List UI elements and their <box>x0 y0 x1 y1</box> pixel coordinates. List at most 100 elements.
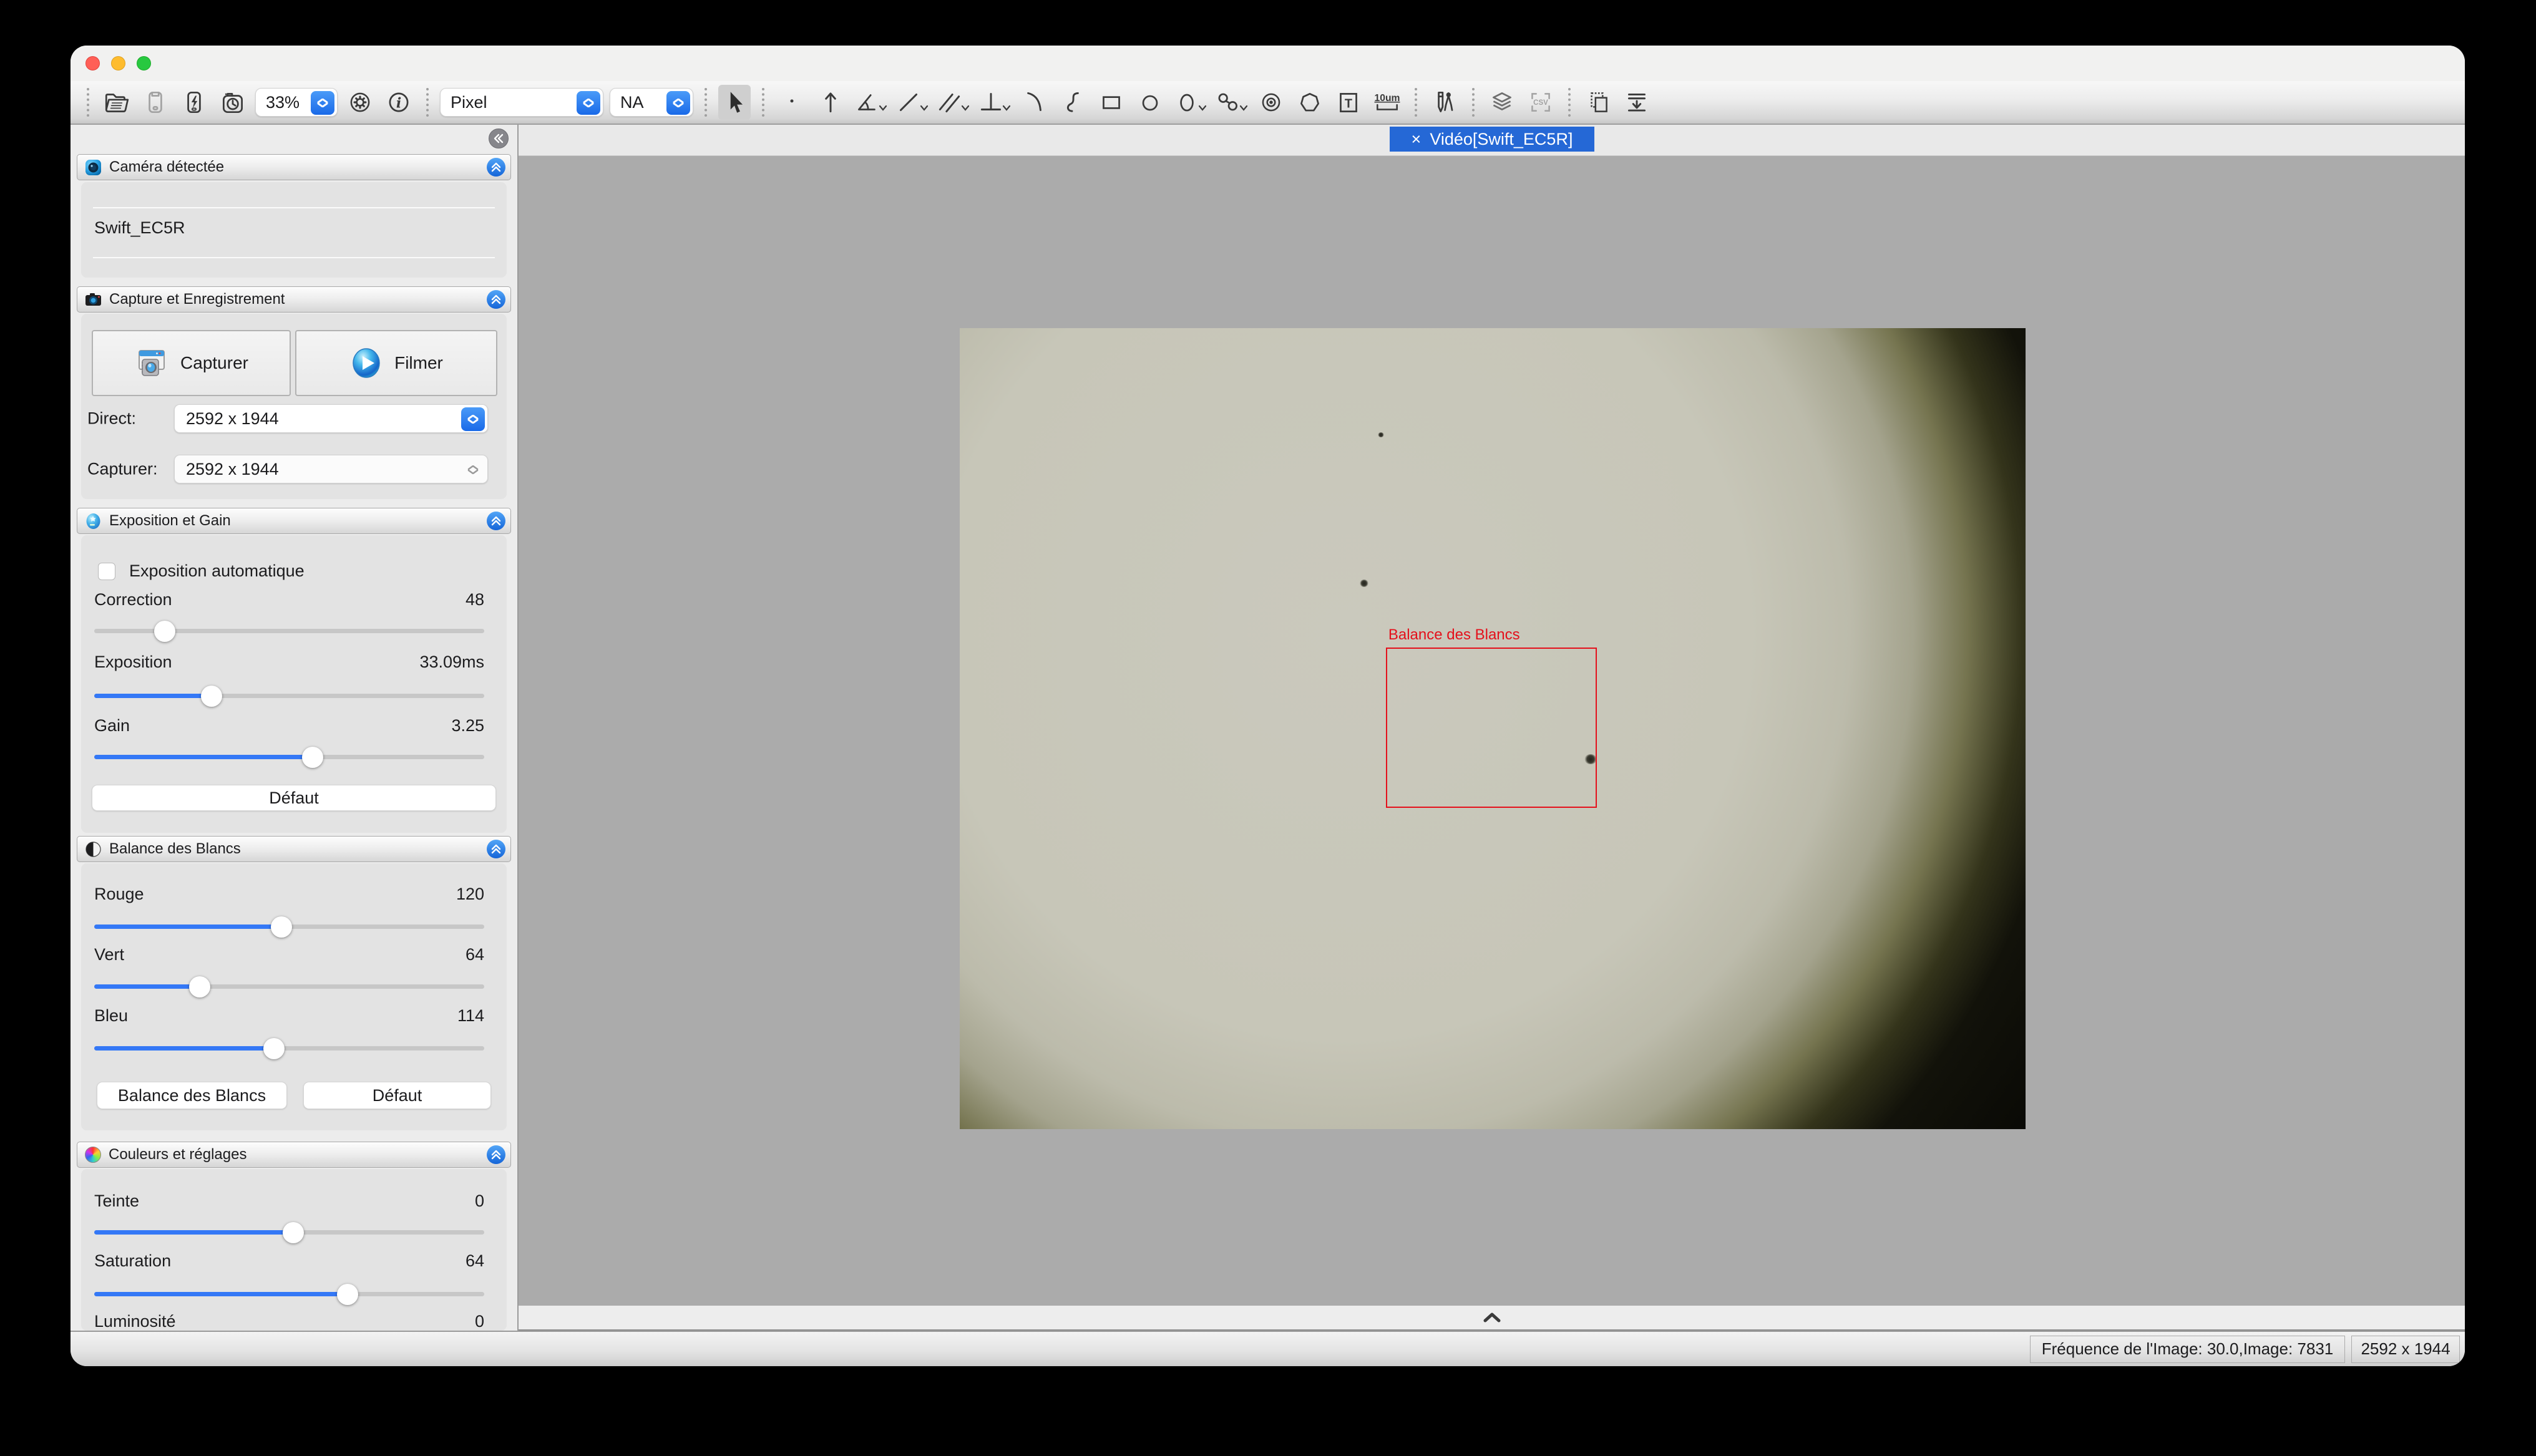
stepper-icon <box>577 91 600 115</box>
circle-icon <box>1136 88 1164 117</box>
panel-header-capture[interactable]: Capture et Enregistrement <box>77 286 511 313</box>
ellipse-tool-group[interactable] <box>1173 88 1207 117</box>
circle-tool-button[interactable] <box>1134 85 1166 120</box>
slider-thumb[interactable] <box>302 747 323 768</box>
panel-collapse-button[interactable] <box>487 290 505 309</box>
slider-thumb[interactable] <box>201 686 222 707</box>
white-balance-button[interactable]: Balance des Blancs <box>97 1082 287 1109</box>
scalebar-tool-button[interactable]: 10um <box>1371 85 1403 120</box>
concentric-circles-icon <box>1257 88 1285 117</box>
dust-speck <box>1360 580 1368 587</box>
video-viewport[interactable]: Balance des Blancs <box>519 156 2465 1331</box>
slider-label: Vert <box>94 945 124 964</box>
settings-button[interactable] <box>344 85 376 120</box>
gain-slider[interactable] <box>94 755 484 759</box>
slider-value: 64 <box>466 1251 484 1271</box>
panel-collapse-button[interactable] <box>487 1145 505 1164</box>
unit-select[interactable]: Pixel <box>440 88 603 117</box>
close-window-button[interactable] <box>85 56 100 70</box>
saturation-slider[interactable] <box>94 1292 484 1296</box>
camera-device-name[interactable]: Swift_EC5R <box>94 218 185 238</box>
tab-close-icon[interactable]: × <box>1412 130 1422 149</box>
slider-thumb[interactable] <box>154 621 175 642</box>
timed-capture-button[interactable] <box>217 85 249 120</box>
point-tool-button[interactable] <box>776 85 808 120</box>
panel-header-camera[interactable]: Caméra détectée <box>77 154 511 180</box>
panel-collapse-button[interactable] <box>487 512 505 530</box>
curve-tool-button[interactable] <box>1056 85 1089 120</box>
white-balance-default-button[interactable]: Défaut <box>303 1082 491 1109</box>
slider-thumb[interactable] <box>271 916 292 938</box>
capture-button[interactable]: Capturer <box>92 330 291 396</box>
target-tool-button[interactable] <box>1255 85 1287 120</box>
tab-video[interactable]: × Vidéo[Swift_EC5R] <box>1390 127 1594 152</box>
text-tool-button[interactable]: T <box>1332 85 1365 120</box>
capture-resolution-select[interactable]: 2592 x 1944 <box>174 455 488 483</box>
slider-fill <box>94 925 281 929</box>
panel-header-color[interactable]: Couleurs et réglages <box>77 1142 511 1168</box>
panel-title: Couleurs et réglages <box>109 1146 487 1163</box>
auto-exposure-label: Exposition automatique <box>129 561 305 581</box>
chevron-down-icon <box>878 105 888 111</box>
info-button[interactable]: i <box>383 85 415 120</box>
zoom-level-select[interactable]: 33% <box>255 88 338 117</box>
correction-slider[interactable] <box>94 629 484 633</box>
panel-collapse-button[interactable] <box>487 840 505 858</box>
sidebar-collapse-button[interactable] <box>489 129 509 148</box>
slider-fill <box>94 1230 293 1235</box>
exposure-default-button[interactable]: Défaut <box>92 785 496 811</box>
s-curve-icon <box>1058 88 1087 117</box>
duplicate-button[interactable] <box>1582 85 1614 120</box>
toolbar-separator <box>1568 88 1571 117</box>
green-slider[interactable] <box>94 984 484 989</box>
cursor-arrow-icon <box>720 88 749 117</box>
live-video-frame[interactable]: Balance des Blancs <box>960 328 2026 1129</box>
direct-resolution-select[interactable]: 2592 x 1944 <box>174 404 488 433</box>
polygon-tool-button[interactable] <box>1294 85 1326 120</box>
parallel-tool-group[interactable] <box>935 88 970 117</box>
auto-exposure-checkbox[interactable] <box>98 563 115 580</box>
arc-tool-button[interactable] <box>1018 85 1050 120</box>
exposure-panel: Exposition automatique Correction 48 Exp… <box>81 535 507 833</box>
blue-slider[interactable] <box>94 1046 484 1051</box>
exposure-slider[interactable] <box>94 694 484 698</box>
slider-thumb[interactable] <box>189 976 210 997</box>
red-slider[interactable] <box>94 925 484 929</box>
perpendicular-tool-group[interactable] <box>977 88 1012 117</box>
layers-button[interactable] <box>1486 85 1518 120</box>
double-chevron-up-icon <box>491 294 501 305</box>
panel-header-white-balance[interactable]: Balance des Blancs <box>77 836 511 862</box>
chevron-down-icon <box>960 105 970 111</box>
measure-tool-button[interactable] <box>1428 85 1461 120</box>
toolbar: 33% <box>71 81 2465 125</box>
capture-res-label: Capturer: <box>87 460 158 479</box>
color-wheel-icon <box>85 1147 101 1163</box>
panel-header-exposure[interactable]: Exposition et Gain <box>77 508 511 534</box>
panel-collapse-button[interactable] <box>487 158 505 177</box>
select-tool-button[interactable] <box>718 85 751 120</box>
line-tool-group[interactable] <box>894 88 929 117</box>
white-balance-roi[interactable]: Balance des Blancs <box>1386 648 1597 808</box>
record-button[interactable]: Filmer <box>295 330 497 396</box>
open-file-button[interactable] <box>100 85 133 120</box>
slider-thumb[interactable] <box>263 1038 285 1059</box>
csv-export-button[interactable]: CSV <box>1524 85 1557 120</box>
quick-save-button[interactable] <box>178 85 210 120</box>
angle-tool-group[interactable] <box>853 88 888 117</box>
slider-thumb[interactable] <box>283 1222 304 1243</box>
status-bar: Fréquence de l'Image: 30.0,Image: 7831 2… <box>71 1331 2465 1366</box>
double-chevron-up-icon <box>491 515 501 527</box>
rectangle-tool-button[interactable] <box>1095 85 1128 120</box>
slider-thumb[interactable] <box>337 1284 358 1305</box>
hue-slider[interactable] <box>94 1230 484 1235</box>
layers-icon <box>1488 88 1516 117</box>
zoom-window-button[interactable] <box>137 56 151 70</box>
export-button[interactable] <box>1621 85 1653 120</box>
arrow-tool-button[interactable] <box>814 85 847 120</box>
na-select[interactable]: NA <box>610 88 693 117</box>
slider-label: Luminosité <box>94 1312 176 1331</box>
annotation-tool-group[interactable] <box>1214 88 1249 117</box>
minimize-window-button[interactable] <box>111 56 125 70</box>
bottom-panel-handle[interactable] <box>519 1306 2465 1331</box>
save-button[interactable] <box>139 85 172 120</box>
